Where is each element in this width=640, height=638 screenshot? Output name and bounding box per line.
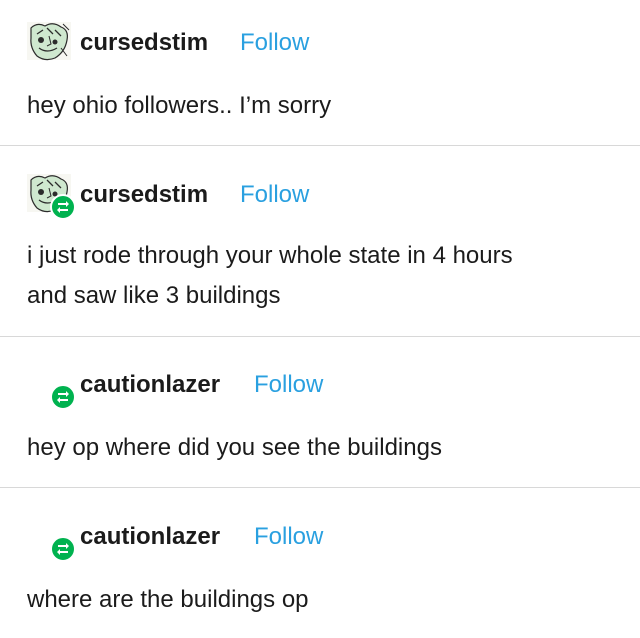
- post-text: hey ohio followers.. I’m sorry: [27, 92, 332, 119]
- follow-button[interactable]: Follow: [240, 181, 309, 209]
- post-header: cursedstim Follow: [0, 12, 640, 72]
- reblog-icon: [50, 536, 76, 562]
- divider: [0, 145, 640, 146]
- post-2: cursedstim Follow i just rode through yo…: [0, 164, 640, 334]
- divider: [0, 487, 640, 488]
- follow-button[interactable]: Follow: [254, 371, 323, 399]
- post-header: cautionlazer Follow: [0, 506, 640, 566]
- post-header: cautionlazer Follow: [0, 354, 640, 414]
- username[interactable]: cautionlazer: [80, 523, 220, 551]
- follow-button[interactable]: Follow: [254, 523, 323, 551]
- username[interactable]: cursedstim: [80, 181, 208, 209]
- username[interactable]: cursedstim: [80, 29, 208, 57]
- reblog-icon: [50, 384, 76, 410]
- post-text: and saw like 3 buildings: [27, 282, 281, 309]
- post-1: cursedstim Follow hey ohio followers.. I…: [0, 12, 640, 142]
- post-4: cautionlazer Follow where are the buildi…: [0, 506, 640, 636]
- post-header: cursedstim Follow: [0, 164, 640, 224]
- post-3: cautionlazer Follow hey op where did you…: [0, 354, 640, 484]
- post-text: i just rode through your whole state in …: [27, 242, 513, 269]
- post-text: where are the buildings op: [27, 586, 309, 613]
- follow-button[interactable]: Follow: [240, 29, 309, 57]
- sketch-avatar-icon[interactable]: [25, 18, 73, 66]
- divider: [0, 336, 640, 337]
- reblog-icon: [50, 194, 76, 220]
- post-text: hey op where did you see the buildings: [27, 434, 442, 461]
- username[interactable]: cautionlazer: [80, 371, 220, 399]
